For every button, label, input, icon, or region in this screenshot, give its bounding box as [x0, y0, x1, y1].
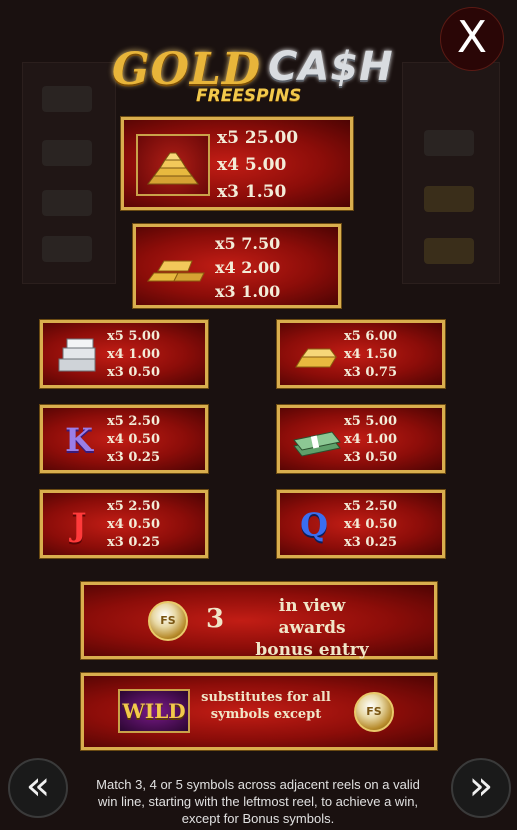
- previous-page-button[interactable]: «: [8, 758, 68, 818]
- letter-q-icon: Q: [300, 506, 328, 544]
- paytable-values: x5 2.50 x4 0.50 x3 0.25: [107, 500, 160, 549]
- cash-bundle-icon: [293, 431, 341, 457]
- cash-bundle-symbol: [290, 420, 346, 462]
- chevron-left-icon: «: [25, 763, 51, 809]
- silver-bars-icon: [58, 338, 96, 372]
- pay-x3: x3 0.25: [107, 535, 160, 550]
- paytable-values: x5 5.00 x4 1.00 x3 0.50: [107, 330, 160, 379]
- wild-coin-icon: FS: [354, 692, 394, 732]
- gold-bar-icon: [295, 348, 337, 368]
- background-symbol: [424, 238, 474, 264]
- paytable-panel-q: Q x5 2.50 x4 0.50 x3 0.25: [277, 490, 445, 558]
- bonus-text-line2: bonus entry: [255, 640, 369, 661]
- letter-j-icon: J: [71, 506, 87, 544]
- wild-badge: WILD: [118, 689, 190, 733]
- chevron-right-icon: »: [468, 763, 494, 809]
- pay-x4: x4 5.00: [217, 155, 287, 175]
- pay-x3: x3 0.50: [107, 365, 160, 380]
- next-page-button[interactable]: »: [451, 758, 511, 818]
- pay-x3: x3 0.75: [344, 365, 397, 380]
- pay-x5: x5 25.00: [217, 128, 299, 148]
- paytable-values: x5 2.50 x4 0.50 x3 0.25: [344, 500, 397, 549]
- close-icon: X: [456, 12, 488, 63]
- game-logo: GOLD CA$H FREESPINS: [108, 40, 413, 110]
- pay-x3: x3 1.50: [217, 182, 287, 202]
- background-symbol: [424, 186, 474, 212]
- background-symbol: [42, 190, 92, 216]
- gold-bars-symbol: [144, 241, 212, 293]
- gold-bar-symbol: [290, 335, 344, 377]
- paytable-values: x5 5.00 x4 1.00 x3 0.50: [344, 415, 397, 464]
- paytable-values: x5 2.50 x4 0.50 x3 0.25: [107, 415, 160, 464]
- paytable-panel-gold-bar: x5 6.00 x4 1.50 x3 0.75: [277, 320, 445, 388]
- gold-bars-icon: [147, 260, 205, 282]
- pay-x5: x5 2.50: [107, 499, 160, 514]
- pay-x5: x5 2.50: [344, 499, 397, 514]
- rules-text: Match 3, 4 or 5 symbols across adjacent …: [96, 777, 420, 826]
- pay-x4: x4 0.50: [107, 517, 160, 532]
- paytable-values: x5 6.00 x4 1.50 x3 0.75: [344, 330, 397, 379]
- letter-k-symbol: K: [57, 418, 101, 462]
- paytable-panel-silver-bars: x5 5.00 x4 1.00 x3 0.50: [40, 320, 208, 388]
- pay-x5: x5 6.00: [344, 329, 397, 344]
- paytable-panel-gold-bars-stack: x5 25.00 x4 5.00 x3 1.50: [121, 117, 353, 210]
- paytable-values: x5 7.50 x4 2.00 x3 1.00: [215, 236, 280, 300]
- pay-x3: x3 0.50: [344, 450, 397, 465]
- paytable-panel-j: J x5 2.50 x4 0.50 x3 0.25: [40, 490, 208, 558]
- bonus-count: 3: [206, 604, 225, 634]
- logo-cash-text: CA$H: [268, 44, 394, 90]
- logo-freespins-text: FREESPINS: [196, 86, 302, 106]
- bonus-coin-label: FS: [160, 614, 176, 627]
- paytable-panel-k: K x5 2.50 x4 0.50 x3 0.25: [40, 405, 208, 473]
- pay-x5: x5 7.50: [215, 234, 281, 253]
- wild-text-line1: substitutes for all: [201, 690, 331, 705]
- bonus-description: in view awards bonus entry: [244, 595, 380, 661]
- pay-x3: x3 1.00: [215, 282, 281, 301]
- background-symbol: [42, 236, 92, 262]
- pay-x5: x5 2.50: [107, 414, 160, 429]
- background-symbol: [424, 130, 474, 156]
- bonus-info-panel: FS 3 in view awards bonus entry: [81, 582, 437, 661]
- close-button[interactable]: X: [440, 7, 504, 71]
- wild-text-line2: symbols except: [210, 706, 322, 722]
- pay-x5: x5 5.00: [344, 414, 397, 429]
- wild-info-panel: WILD substitutes for all symbols except …: [81, 673, 437, 750]
- background-symbol: [42, 140, 92, 166]
- pay-x4: x4 0.50: [344, 517, 397, 532]
- gold-bars-stack-icon: [147, 152, 199, 185]
- pay-x3: x3 0.25: [107, 450, 160, 465]
- bonus-coin-icon: FS: [148, 601, 188, 641]
- paytable-panel-cash-bundle: x5 5.00 x4 1.00 x3 0.50: [277, 405, 445, 473]
- silver-bars-symbol: [51, 333, 105, 377]
- letter-j-symbol: J: [57, 503, 101, 547]
- wild-icon: WILD: [122, 699, 186, 723]
- gold-bars-stack-symbol: [136, 134, 210, 196]
- pay-x5: x5 5.00: [107, 329, 160, 344]
- pay-x3: x3 0.25: [344, 535, 397, 550]
- pay-x4: x4 1.00: [344, 432, 397, 447]
- wild-coin-label: FS: [366, 705, 382, 718]
- letter-k-icon: K: [65, 421, 93, 459]
- paytable-values: x5 25.00 x4 5.00 x3 1.50: [217, 130, 298, 201]
- bonus-text-line1: in view awards: [278, 596, 346, 639]
- letter-q-symbol: Q: [292, 503, 336, 547]
- paytable-panel-gold-bars: x5 7.50 x4 2.00 x3 1.00: [133, 224, 341, 308]
- pay-x4: x4 1.00: [107, 347, 160, 362]
- pay-x4: x4 0.50: [107, 432, 160, 447]
- pay-x4: x4 1.50: [344, 347, 397, 362]
- background-symbol: [42, 86, 92, 112]
- pay-x4: x4 2.00: [215, 258, 281, 277]
- wild-description: substitutes for all symbols except: [196, 690, 336, 724]
